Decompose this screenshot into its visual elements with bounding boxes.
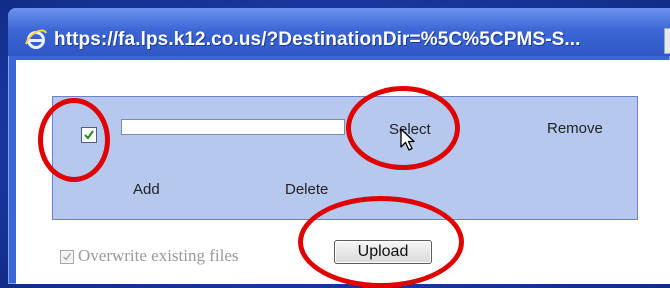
checkmark-icon [84,130,94,140]
overwrite-checkbox[interactable] [60,250,74,264]
window-content: Select Remove Add Delete Overwrite exist… [16,60,670,284]
browser-popup-window: https://fa.lps.k12.co.us/?DestinationDir… [8,8,670,284]
title-bar[interactable]: https://fa.lps.k12.co.us/?DestinationDir… [8,8,670,56]
upload-button[interactable]: Upload [334,240,432,264]
overwrite-label: Overwrite existing files [78,246,239,265]
mouse-pointer-icon [400,128,415,151]
window-title: https://fa.lps.k12.co.us/?DestinationDir… [54,29,581,50]
add-link[interactable]: Add [133,181,160,198]
file-upload-panel: Select Remove Add Delete [52,96,638,220]
file-path-field[interactable] [121,119,345,135]
file-checkbox[interactable] [81,127,97,143]
checkmark-icon [62,253,72,261]
delete-link[interactable]: Delete [285,181,328,198]
title-bar-edge [664,28,670,54]
remove-link[interactable]: Remove [547,120,603,137]
internet-explorer-icon [25,29,47,49]
